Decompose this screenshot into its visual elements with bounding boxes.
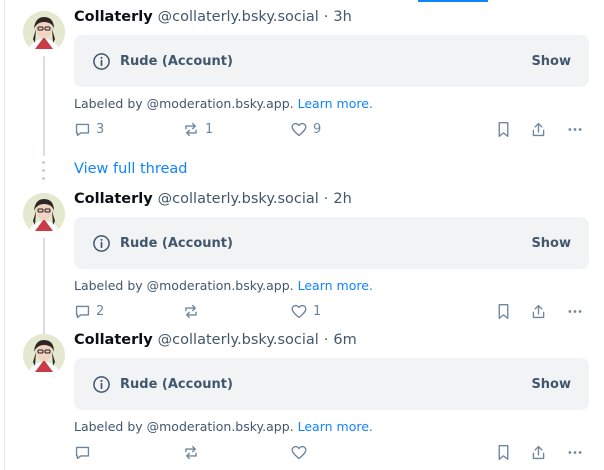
share-button[interactable] (530, 301, 547, 321)
more-options-button[interactable] (566, 119, 584, 139)
separator: · (323, 9, 329, 25)
repost-button[interactable] (182, 301, 205, 321)
left-border (4, 0, 5, 470)
avatar-image (23, 334, 65, 376)
reply-button[interactable]: 2 (74, 301, 104, 321)
post-actions (74, 442, 594, 462)
labeled-by: Labeled by @moderation.bsky.app. Learn mo… (74, 419, 373, 434)
timestamp[interactable]: 6m (333, 332, 356, 348)
thread-line (43, 238, 45, 334)
reply-bubble-icon (75, 305, 90, 318)
info-circle-icon (92, 375, 111, 394)
like-count: 1 (313, 303, 322, 319)
more-options-button[interactable] (566, 301, 584, 321)
bookmark-icon (498, 121, 509, 137)
separator: · (323, 332, 329, 348)
learn-more-link[interactable]: Learn more. (298, 419, 373, 434)
post-actions: 3 1 9 (74, 119, 594, 139)
more-options-button[interactable] (566, 442, 584, 462)
repost-icon (185, 445, 197, 459)
heart-icon (291, 445, 307, 459)
heart-icon (291, 304, 307, 318)
timestamp[interactable]: 3h (333, 9, 351, 25)
avatar[interactable] (23, 11, 65, 53)
content-label-text: Rude (Account) (120, 235, 233, 251)
reply-button[interactable] (74, 442, 96, 462)
reply-bubble-icon (75, 123, 90, 136)
more-horizontal-icon (568, 450, 582, 454)
labeled-by-text: Labeled by @moderation.bsky.app. (74, 419, 294, 434)
reply-count: 2 (96, 303, 105, 319)
view-full-thread-link[interactable]: View full thread (74, 161, 188, 177)
like-button[interactable] (290, 442, 313, 462)
author-handle[interactable]: @collaterly.bsky.social (158, 332, 319, 348)
learn-more-link[interactable]: Learn more. (298, 96, 373, 111)
content-label-box: Rude (Account) Show (74, 358, 589, 410)
author-name[interactable]: Collaterly (74, 332, 153, 348)
reply-count: 3 (96, 121, 105, 137)
separator: · (323, 191, 329, 207)
labeled-by: Labeled by @moderation.bsky.app. Learn mo… (74, 278, 373, 293)
content-label-text: Rude (Account) (120, 376, 233, 392)
content-label-text: Rude (Account) (120, 53, 233, 69)
learn-more-link[interactable]: Learn more. (298, 278, 373, 293)
bookmark-icon (498, 303, 509, 319)
share-button[interactable] (530, 442, 547, 462)
repost-icon (185, 122, 197, 136)
author-name[interactable]: Collaterly (74, 9, 153, 25)
bookmark-icon (498, 444, 509, 460)
post-header: Collaterly @collaterly.bsky.social · 2h (74, 191, 352, 213)
timestamp[interactable]: 2h (333, 191, 351, 207)
heart-icon (291, 122, 307, 136)
avatar-image (23, 193, 65, 235)
like-count: 9 (313, 121, 322, 137)
share-button[interactable] (530, 119, 547, 139)
reply-button[interactable]: 3 (74, 119, 104, 139)
post-header: Collaterly @collaterly.bsky.social · 3h (74, 9, 352, 31)
show-button[interactable]: Show (531, 377, 571, 392)
labeled-by-text: Labeled by @moderation.bsky.app. (74, 278, 294, 293)
active-tab-indicator (418, 0, 488, 2)
info-circle-icon (92, 234, 111, 253)
bookmark-button[interactable] (496, 119, 511, 139)
repost-button[interactable] (182, 442, 205, 462)
share-icon (532, 445, 545, 459)
reply-bubble-icon (75, 446, 90, 459)
content-label-box: Rude (Account) Show (74, 35, 589, 87)
more-horizontal-icon (568, 309, 582, 313)
show-button[interactable]: Show (531, 54, 571, 69)
author-handle[interactable]: @collaterly.bsky.social (158, 191, 319, 207)
bookmark-button[interactable] (496, 442, 511, 462)
show-button[interactable]: Show (531, 236, 571, 251)
like-button[interactable]: 9 (290, 119, 321, 139)
labeled-by: Labeled by @moderation.bsky.app. Learn mo… (74, 96, 373, 111)
content-label-box: Rude (Account) Show (74, 217, 589, 269)
author-name[interactable]: Collaterly (74, 191, 153, 207)
avatar-image (23, 11, 65, 53)
share-icon (532, 304, 545, 318)
thread-line (43, 56, 45, 156)
repost-icon (185, 304, 197, 318)
labeled-by-text: Labeled by @moderation.bsky.app. (74, 96, 294, 111)
thread-gap-dots (42, 161, 46, 185)
avatar[interactable] (23, 334, 65, 376)
post-actions: 2 1 (74, 301, 594, 321)
bookmark-button[interactable] (496, 301, 511, 321)
info-circle-icon (92, 52, 111, 71)
avatar[interactable] (23, 193, 65, 235)
author-handle[interactable]: @collaterly.bsky.social (158, 9, 319, 25)
repost-count: 1 (205, 121, 214, 137)
share-icon (532, 122, 545, 136)
post-header: Collaterly @collaterly.bsky.social · 6m (74, 332, 357, 354)
repost-button[interactable]: 1 (182, 119, 213, 139)
like-button[interactable]: 1 (290, 301, 321, 321)
more-horizontal-icon (568, 127, 582, 131)
